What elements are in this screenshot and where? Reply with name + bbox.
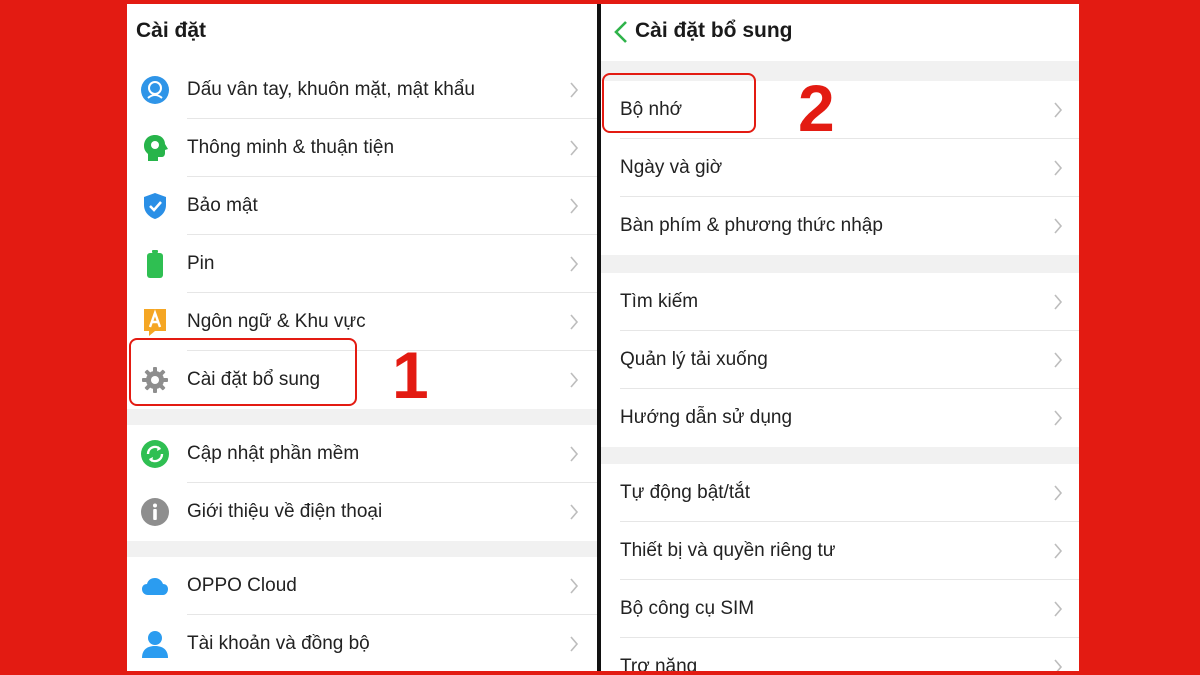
chevron-right-icon [570, 198, 579, 214]
step2-highlight-box [602, 73, 756, 133]
chevron-right-icon [1054, 160, 1063, 176]
chevron-right-icon [1054, 410, 1063, 426]
additional-item-auto-power[interactable]: Tự động bật/tắt [601, 464, 1079, 522]
chevron-right-icon [570, 504, 579, 520]
settings-item-security[interactable]: Bảo mật [127, 177, 597, 235]
additional-item-label: Tìm kiếm [620, 291, 699, 312]
fingerprint-face-icon [141, 76, 169, 104]
section-gap [601, 447, 1079, 464]
additional-item-label: Bộ công cụ SIM [620, 598, 755, 619]
chevron-right-icon [570, 256, 579, 272]
settings-item-account-sync[interactable]: Tài khoản và đồng bộ [127, 615, 597, 671]
info-icon [141, 498, 169, 526]
additional-settings-header: Cài đặt bổ sung [601, 4, 1079, 61]
chevron-right-icon [1054, 543, 1063, 559]
language-a-icon [144, 309, 166, 336]
settings-item-label: Bảo mật [187, 195, 258, 216]
settings-item-about-phone[interactable]: Giới thiệu về điện thoại [127, 483, 597, 541]
additional-item-search[interactable]: Tìm kiếm [601, 273, 1079, 331]
additional-item-label: Bàn phím & phương thức nhập [620, 215, 883, 236]
step1-highlight-box [129, 338, 357, 406]
chevron-right-icon [570, 636, 579, 652]
update-icon [141, 440, 169, 468]
chevron-right-icon [570, 82, 579, 98]
chevron-right-icon [570, 372, 579, 388]
chevron-right-icon [1054, 218, 1063, 234]
chevron-right-icon [570, 446, 579, 462]
smart-head-icon [144, 135, 168, 161]
settings-item-label: Pin [187, 253, 215, 274]
chevron-right-icon [570, 314, 579, 330]
settings-item-label: OPPO Cloud [187, 575, 297, 596]
settings-header: Cài đặt [127, 4, 597, 61]
settings-item-fingerprint[interactable]: Dấu vân tay, khuôn mặt, mật khẩu [127, 61, 597, 119]
settings-item-label: Thông minh & thuận tiện [187, 137, 395, 158]
additional-item-label: Quản lý tải xuống [620, 349, 768, 370]
settings-item-label: Dấu vân tay, khuôn mặt, mật khẩu [187, 79, 475, 100]
additional-item-downloads[interactable]: Quản lý tải xuống [601, 331, 1079, 389]
settings-item-label: Cập nhật phần mềm [187, 443, 360, 464]
additional-item-label: Ngày và giờ [620, 157, 723, 178]
additional-item-label: Trợ năng [620, 656, 698, 671]
page-title: Cài đặt bổ sung [635, 19, 793, 42]
additional-item-label: Tự động bật/tắt [620, 482, 750, 503]
chevron-right-icon [1054, 485, 1063, 501]
additional-item-user-guide[interactable]: Hướng dẫn sử dụng [601, 389, 1079, 447]
settings-item-smart[interactable]: Thông minh & thuận tiện [127, 119, 597, 177]
chevron-right-icon [570, 140, 579, 156]
settings-item-label: Ngôn ngữ & Khu vực [187, 311, 366, 332]
settings-item-oppo-cloud[interactable]: OPPO Cloud [127, 557, 597, 615]
shield-check-icon [144, 193, 166, 219]
page-title: Cài đặt [136, 19, 207, 42]
additional-item-date-time[interactable]: Ngày và giờ [601, 139, 1079, 197]
chevron-right-icon [1054, 294, 1063, 310]
chevron-right-icon [570, 578, 579, 594]
settings-item-software-update[interactable]: Cập nhật phần mềm [127, 425, 597, 483]
additional-item-label: Hướng dẫn sử dụng [620, 407, 793, 428]
section-gap [601, 255, 1079, 273]
additional-item-keyboard[interactable]: Bàn phím & phương thức nhập [601, 197, 1079, 255]
cloud-icon [142, 578, 168, 595]
settings-item-label: Tài khoản và đồng bộ [187, 633, 370, 654]
chevron-right-icon [1054, 601, 1063, 617]
section-gap [127, 409, 597, 425]
chevron-right-icon [1054, 102, 1063, 118]
additional-item-label: Thiết bị và quyền riêng tư [620, 540, 836, 561]
additional-item-device-privacy[interactable]: Thiết bị và quyền riêng tư [601, 522, 1079, 580]
back-arrow-icon[interactable] [611, 18, 631, 46]
battery-icon [147, 250, 163, 278]
chevron-right-icon [1054, 352, 1063, 368]
settings-item-battery[interactable]: Pin [127, 235, 597, 293]
additional-item-accessibility[interactable]: Trợ năng [601, 638, 1079, 671]
chevron-right-icon [1054, 659, 1063, 671]
additional-item-sim-toolkit[interactable]: Bộ công cụ SIM [601, 580, 1079, 638]
section-gap [127, 541, 597, 557]
step1-number: 1 [392, 338, 429, 412]
settings-item-label: Giới thiệu về điện thoại [187, 501, 383, 522]
step2-number: 2 [798, 71, 835, 145]
account-icon [142, 631, 168, 658]
